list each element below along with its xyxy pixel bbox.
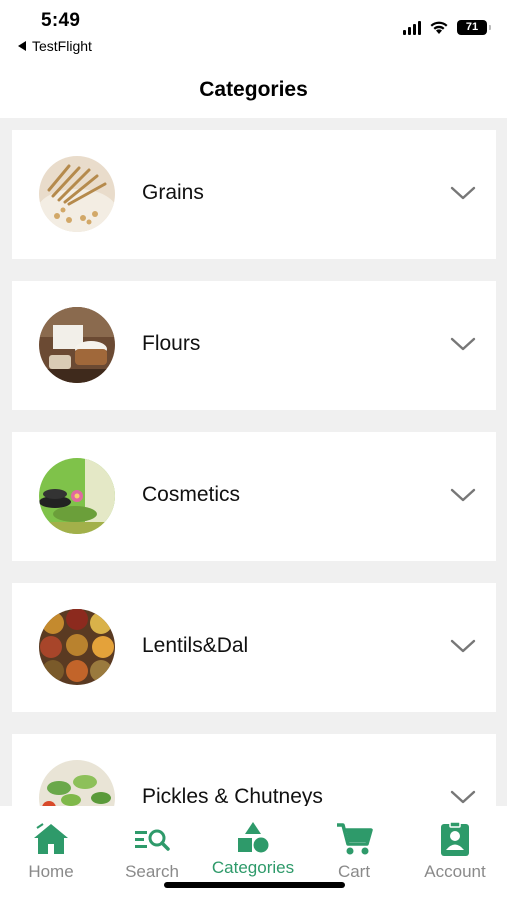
tab-cart[interactable]: Cart [304, 820, 404, 882]
category-item-flours[interactable]: Flours [12, 281, 496, 410]
category-list[interactable]: Grains Flours Cosmetics Lentils&Dal Pick… [0, 118, 507, 806]
status-icons: 71 [403, 20, 491, 35]
lentils-dal-thumbnail [39, 609, 115, 685]
header: Categories [0, 62, 507, 118]
category-item-cosmetics[interactable]: Cosmetics [12, 432, 496, 561]
category-item-pickles-chutneys[interactable]: Pickles & Chutneys [12, 734, 496, 806]
back-app-label: TestFlight [32, 38, 92, 54]
back-arrow-icon [18, 41, 26, 51]
tab-search[interactable]: Search [102, 820, 202, 882]
categories-icon [233, 820, 273, 858]
tab-home[interactable]: Home [1, 820, 101, 882]
category-label: Cosmetics [142, 483, 241, 506]
category-label: Flours [142, 332, 201, 355]
grains-thumbnail [39, 156, 115, 232]
category-item-grains[interactable]: Grains [12, 130, 496, 259]
category-item-lentils-dal[interactable]: Lentils&Dal [12, 583, 496, 712]
pickles-chutneys-thumbnail [39, 760, 115, 806]
flours-thumbnail [39, 307, 115, 383]
chevron-down-icon[interactable] [450, 789, 476, 805]
cosmetics-thumbnail [39, 458, 115, 534]
account-icon [435, 820, 475, 858]
tab-label: Home [28, 862, 74, 881]
status-bar: 5:49 TestFlight 71 [0, 0, 507, 62]
page-title: Categories [199, 78, 308, 101]
tab-label: Categories [211, 858, 295, 877]
back-to-app-link[interactable]: TestFlight [18, 38, 92, 54]
category-label: Grains [142, 181, 204, 204]
category-label: Lentils&Dal [142, 634, 249, 657]
tab-label: Account [424, 862, 486, 881]
cellular-signal-icon [403, 20, 421, 35]
battery-icon: 71 [457, 20, 491, 35]
tab-account[interactable]: Account [405, 820, 505, 882]
status-time: 5:49 [41, 10, 81, 31]
chevron-down-icon[interactable] [450, 336, 476, 352]
home-icon [31, 820, 71, 858]
home-indicator[interactable] [164, 882, 345, 888]
tab-label: Cart [337, 862, 371, 881]
cart-icon [334, 820, 374, 858]
search-icon [132, 820, 172, 858]
tab-categories[interactable]: Categories [203, 820, 303, 878]
chevron-down-icon[interactable] [450, 638, 476, 654]
tab-label: Search [125, 862, 179, 881]
category-label: Pickles & Chutneys [142, 785, 323, 806]
wifi-icon [430, 21, 448, 34]
chevron-down-icon[interactable] [450, 185, 476, 201]
chevron-down-icon[interactable] [450, 487, 476, 503]
